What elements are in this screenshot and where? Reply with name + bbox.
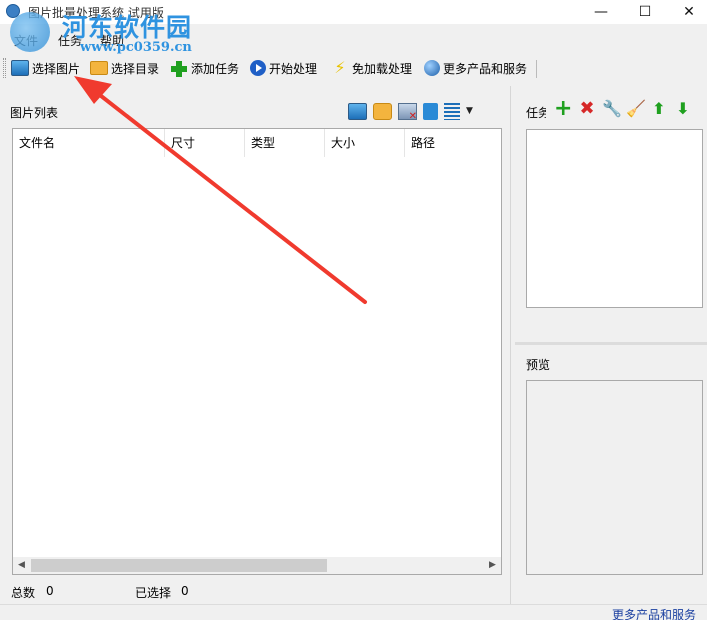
start-label: 开始处理 [269, 61, 318, 76]
menu-help[interactable]: 帮助 [100, 32, 124, 49]
toolbar-grip[interactable] [3, 58, 6, 78]
plus-icon [170, 60, 188, 77]
preview-title: 预览 [526, 358, 551, 372]
trash-icon[interactable] [423, 102, 438, 120]
window-title: 图片批量处理系统 试用版 [28, 6, 164, 20]
minimize-button[interactable]: — [578, 0, 624, 24]
lightning-icon: ⚡ [334, 58, 346, 77]
image-list-title: 图片列表 [10, 106, 59, 120]
selected-value: 0 [181, 584, 189, 598]
arrow-up-icon[interactable]: ⬆ [650, 100, 668, 118]
no-load-button[interactable]: ⚡ 免加载处理 [331, 58, 412, 78]
add-task-button[interactable]: 添加任务 [170, 58, 239, 78]
add-task-icon[interactable]: + [554, 98, 572, 120]
col-type[interactable]: 类型 [245, 129, 325, 157]
total-label: 总数 [11, 586, 36, 600]
selected-label: 已选择 [135, 586, 172, 600]
preview-area [526, 380, 703, 575]
scroll-right-icon[interactable]: ▶ [484, 557, 501, 574]
menu-task[interactable]: 任务 [58, 32, 82, 49]
bottom-bar [0, 604, 707, 620]
col-path[interactable]: 路径 [405, 129, 501, 157]
title-bar: 图片批量处理系统 试用版 — ☐ ✕ [0, 0, 707, 24]
select-dir-button[interactable]: 选择目录 [90, 58, 159, 78]
wrench-icon[interactable]: 🔧 [602, 100, 622, 118]
image-icon [11, 60, 29, 76]
maximize-button[interactable]: ☐ [622, 0, 668, 24]
more-products-label: 更多产品和服务 [443, 61, 528, 76]
table-header: 文件名 尺寸 类型 大小 路径 [13, 129, 501, 157]
col-filesize[interactable]: 大小 [325, 129, 405, 157]
image-table[interactable]: 文件名 尺寸 类型 大小 路径 ◀ ▶ [12, 128, 502, 575]
add-task-label: 添加任务 [191, 61, 240, 76]
panel-splitter[interactable] [515, 342, 707, 345]
col-filename[interactable]: 文件名 [13, 129, 165, 157]
task-toolbar: + ✖ 🔧 🧹 ⬆ ⬇ [554, 98, 692, 120]
close-button[interactable]: ✕ [666, 0, 707, 24]
delete-task-icon[interactable]: ✖ [578, 100, 596, 118]
list-toolbar: ▼ [348, 101, 473, 122]
start-button[interactable]: 开始处理 [250, 58, 317, 78]
menu-file[interactable]: 文件 [14, 32, 38, 49]
select-dir-label: 选择目录 [111, 61, 160, 76]
app-icon [6, 4, 20, 18]
add-folder-icon[interactable] [373, 102, 392, 120]
scroll-left-icon[interactable]: ◀ [13, 557, 30, 574]
view-list-icon[interactable] [444, 102, 460, 120]
select-image-button[interactable]: 选择图片 [11, 58, 80, 78]
remove-image-icon[interactable] [398, 102, 417, 122]
arrow-down-icon[interactable]: ⬇ [674, 100, 692, 118]
select-image-label: 选择图片 [32, 61, 81, 76]
broom-icon[interactable]: 🧹 [626, 100, 646, 118]
folder-icon [90, 61, 108, 75]
total-value: 0 [46, 584, 54, 598]
task-panel-title: 任务 [526, 106, 546, 120]
globe-icon [424, 60, 440, 76]
chevron-down-icon[interactable]: ▼ [466, 106, 473, 116]
col-size[interactable]: 尺寸 [165, 129, 245, 157]
more-products-link[interactable]: 更多产品和服务 [612, 606, 696, 620]
scrollbar-thumb[interactable] [31, 559, 327, 572]
menu-bar: 文件 任务 帮助 [0, 24, 707, 54]
horizontal-scrollbar[interactable]: ◀ ▶ [13, 557, 501, 574]
more-products-button[interactable]: 更多产品和服务 [424, 58, 527, 78]
play-icon [250, 60, 266, 76]
task-list[interactable] [526, 129, 703, 308]
add-image-icon[interactable] [348, 102, 367, 120]
toolbar-separator [536, 60, 537, 78]
no-load-label: 免加载处理 [352, 61, 413, 76]
